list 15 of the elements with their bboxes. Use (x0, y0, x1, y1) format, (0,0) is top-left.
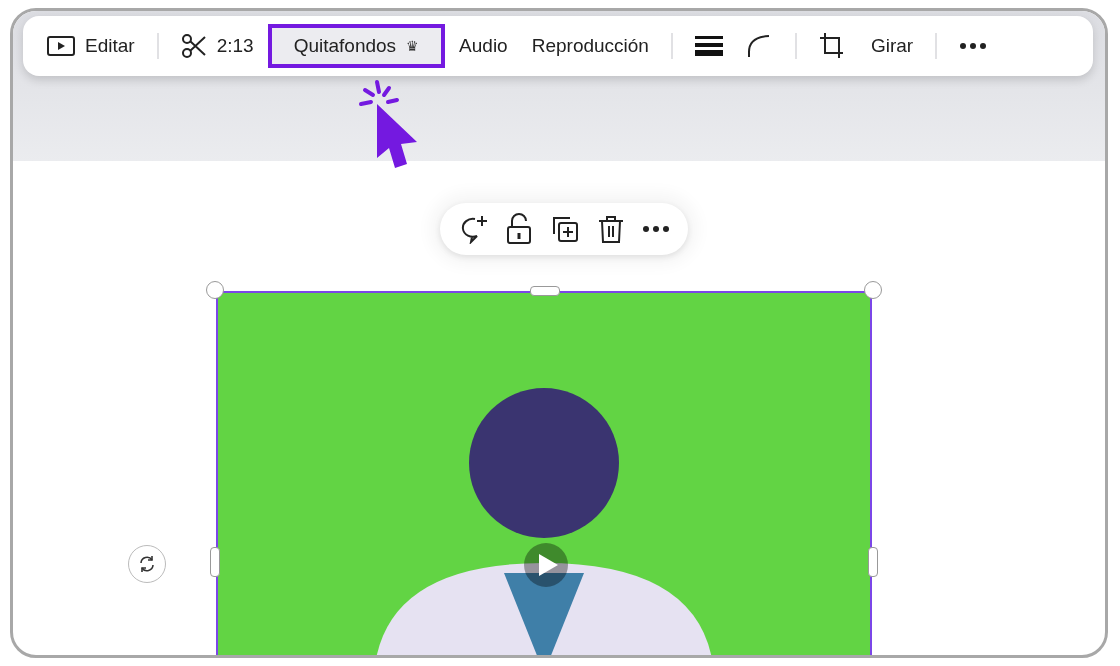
toolbar-button[interactable]: Editar (37, 24, 145, 68)
click-cursor-icon (357, 78, 417, 168)
resize-handle[interactable] (864, 281, 882, 299)
toolbar-button[interactable]: Girar (860, 24, 924, 68)
toolbar-button[interactable]: 2:13 (170, 24, 264, 68)
video-frame[interactable] (216, 291, 872, 655)
play-icon (537, 553, 559, 577)
video-icon (47, 36, 75, 56)
toolbar-button[interactable]: Audio (449, 24, 518, 68)
toolbar-button[interactable]: Reproducción (521, 24, 659, 68)
toolbar-button[interactable]: Quitafondos ♛ (267, 24, 446, 68)
play-button[interactable] (524, 543, 568, 587)
rotate-handle[interactable] (128, 545, 166, 583)
scissors-icon (180, 33, 207, 59)
resize-handle[interactable] (206, 281, 224, 299)
